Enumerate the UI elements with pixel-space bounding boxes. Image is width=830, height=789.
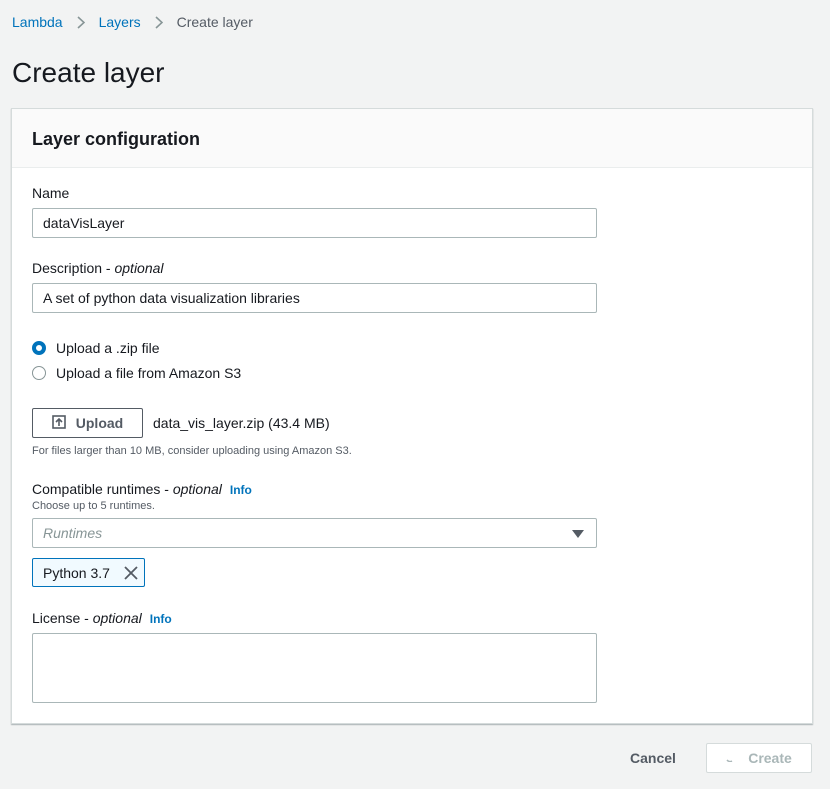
- runtimes-info-link[interactable]: Info: [230, 483, 252, 497]
- breadcrumb-layers[interactable]: Layers: [99, 14, 141, 30]
- name-label: Name: [32, 185, 70, 201]
- upload-button[interactable]: Upload: [32, 408, 143, 438]
- radio-upload-s3-label: Upload a file from Amazon S3: [56, 365, 242, 381]
- runtime-token-label: Python 3.7: [43, 564, 110, 581]
- create-button[interactable]: Create: [706, 743, 812, 773]
- description-label: Description - optional: [32, 260, 164, 276]
- close-icon[interactable]: [124, 565, 138, 580]
- panel-title: Layer configuration: [32, 129, 201, 149]
- name-input[interactable]: dataVisLayer: [32, 208, 597, 238]
- breadcrumb-current: Create layer: [176, 14, 253, 30]
- create-button-label: Create: [748, 750, 792, 766]
- runtimes-select[interactable]: Runtimes: [32, 518, 597, 548]
- chevron-right-icon: [77, 15, 85, 29]
- license-optional: optional: [92, 610, 142, 626]
- upload-hint: For files larger than 10 MB, consider up…: [32, 445, 352, 457]
- chevron-right-icon: [155, 15, 163, 29]
- runtimes-label-text: Compatible runtimes: [32, 481, 161, 497]
- uploaded-file-name: data_vis_layer.zip (43.4 MB): [153, 415, 330, 431]
- panel-header: Layer configuration: [12, 109, 812, 168]
- breadcrumb-lambda[interactable]: Lambda: [12, 14, 63, 30]
- upload-icon: [51, 414, 76, 432]
- description-optional: optional: [114, 260, 164, 276]
- description-input[interactable]: A set of python data visualization libra…: [32, 283, 597, 313]
- page-title: Create layer: [12, 57, 165, 88]
- spinner-icon: [726, 754, 734, 762]
- layer-configuration-panel: Layer configuration Name dataVisLayer De…: [11, 108, 813, 724]
- runtimes-placeholder: Runtimes: [43, 525, 103, 541]
- radio-upload-zip[interactable]: Upload a .zip file: [32, 340, 160, 356]
- runtime-token: Python 3.7: [32, 558, 145, 587]
- caret-down-icon: [572, 525, 584, 541]
- upload-button-label: Upload: [75, 415, 124, 431]
- breadcrumb: Lambda Layers Create layer: [12, 14, 253, 30]
- runtimes-hint: Choose up to 5 runtimes.: [32, 500, 155, 512]
- license-label-text: License: [32, 610, 81, 626]
- radio-upload-zip-label: Upload a .zip file: [56, 340, 160, 356]
- radio-unchecked-icon[interactable]: [32, 366, 46, 380]
- license-info-link[interactable]: Info: [150, 612, 172, 626]
- radio-checked-icon[interactable]: [32, 341, 46, 355]
- license-label: License - optional Info: [32, 610, 172, 626]
- radio-upload-s3[interactable]: Upload a file from Amazon S3: [32, 365, 241, 381]
- description-label-text: Description: [32, 260, 103, 276]
- license-textarea[interactable]: [32, 633, 597, 703]
- cancel-button[interactable]: Cancel: [630, 750, 676, 766]
- runtimes-label: Compatible runtimes - optional Info: [32, 481, 252, 497]
- runtimes-optional: optional: [172, 481, 222, 497]
